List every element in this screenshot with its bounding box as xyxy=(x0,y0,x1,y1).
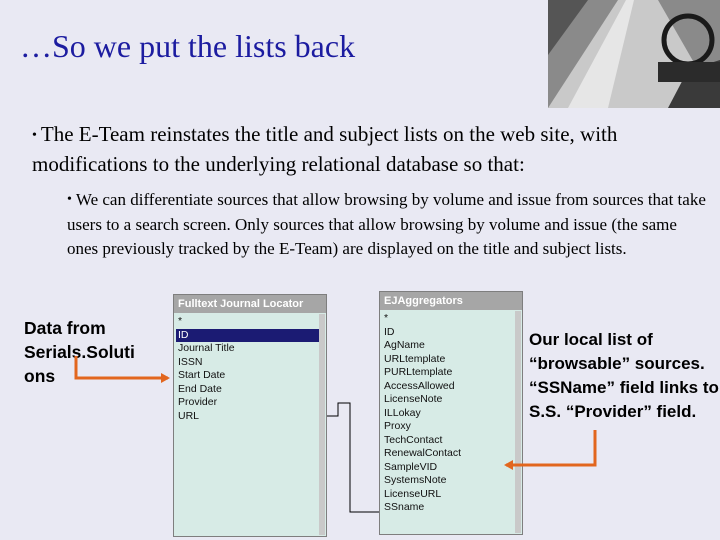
arrow-right xyxy=(504,430,597,470)
relationship-line xyxy=(327,402,379,513)
arrow-left xyxy=(74,356,170,383)
overlay-lines xyxy=(74,356,597,513)
